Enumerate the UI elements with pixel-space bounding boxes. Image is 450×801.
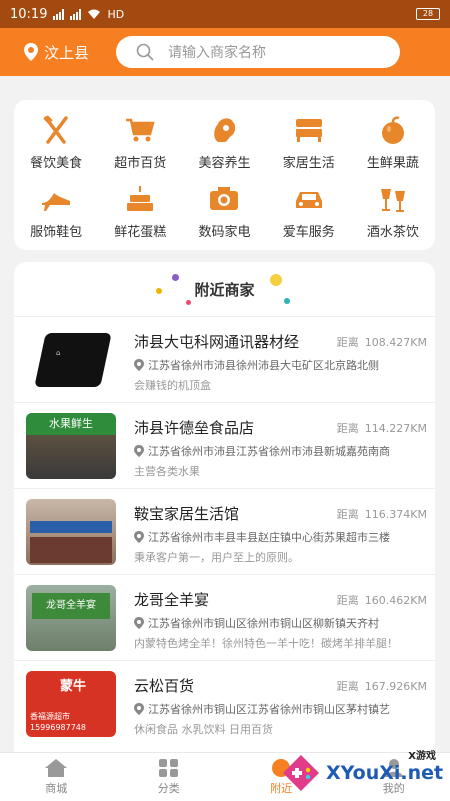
merchant-name: 鞍宝家居生活馆 <box>134 503 239 524</box>
merchant-name: 龙哥全羊宴 <box>134 589 209 610</box>
fork-knife-icon <box>40 114 72 146</box>
merchant-address: 江苏省徐州市铜山区江苏省徐州市铜山区茅村镇艺 <box>134 701 428 717</box>
merchant-thumbnail: 水果鲜生 <box>26 413 116 479</box>
watermark-logo: XYouXi.net X游戏 <box>280 745 450 800</box>
category-home[interactable]: 家居生活 <box>267 108 351 177</box>
category-fresh[interactable]: 生鲜果蔬 <box>351 108 435 177</box>
merchant-distance: 距离116.374KM <box>337 506 427 522</box>
merchant-item[interactable]: 蒙牛 香福源超市 15996987748 云松百货 距离167.926KM 江苏… <box>14 660 435 746</box>
location-pin-icon <box>134 703 144 715</box>
merchant-name: 沛县许德垒食品店 <box>134 417 254 438</box>
category-dining[interactable]: 餐饮美食 <box>14 108 98 177</box>
merchant-distance: 距离160.462KM <box>337 592 427 608</box>
header: 汶上县 请输入商家名称 <box>0 28 450 76</box>
location-name: 汶上县 <box>44 42 89 63</box>
high-heel-icon <box>40 183 72 215</box>
status-bar: 10:19 HD 28 <box>0 0 450 28</box>
merchant-thumbnail: ⌂ <box>26 327 116 393</box>
grid-icon <box>158 758 180 778</box>
merchant-thumbnail <box>26 499 116 565</box>
location-pin-icon <box>134 445 144 457</box>
beauty-icon <box>208 114 240 146</box>
category-digital[interactable]: 数码家电 <box>182 177 266 246</box>
merchant-name: 沛县大屯科网通讯器材经 <box>134 331 299 352</box>
search-placeholder: 请输入商家名称 <box>168 42 266 62</box>
merchant-address: 江苏省徐州市沛县徐州沛县大屯矿区北京路北侧 <box>134 357 428 373</box>
merchant-distance: 距离114.227KM <box>337 420 427 436</box>
merchant-description: 秉承客户第一，用户至上的原则。 <box>134 549 428 565</box>
signal-icon-2 <box>70 9 81 20</box>
category-car[interactable]: 爱车服务 <box>267 177 351 246</box>
merchant-distance: 距离108.427KM <box>337 334 427 350</box>
search-icon <box>136 43 154 61</box>
merchant-description: 会赚钱的机顶盒 <box>134 377 428 393</box>
location-pin-icon <box>134 531 144 543</box>
category-supermarket[interactable]: 超市百货 <box>98 108 182 177</box>
apple-icon <box>377 114 409 146</box>
wifi-icon <box>87 9 101 20</box>
bed-icon <box>293 114 325 146</box>
signal-icon <box>53 9 64 20</box>
section-title: 附近商家 <box>14 262 435 316</box>
gamepad-logo-icon <box>280 752 322 794</box>
location-pin-icon <box>24 43 38 61</box>
search-input[interactable]: 请输入商家名称 <box>116 36 400 68</box>
category-fashion[interactable]: 服饰鞋包 <box>14 177 98 246</box>
status-time: 10:19 <box>10 7 47 22</box>
nearby-merchants: 附近商家 ⌂ 沛县大屯科网通讯器材经 距离108.427KM 江苏省徐州市沛县徐… <box>14 262 435 762</box>
location-pin-icon <box>134 617 144 629</box>
category-drinks[interactable]: 酒水茶饮 <box>351 177 435 246</box>
camera-icon <box>208 183 240 215</box>
location-pin-icon <box>134 359 144 371</box>
merchant-description: 主营各类水果 <box>134 463 428 479</box>
tab-mall[interactable]: 商城 <box>0 753 113 801</box>
category-grid: 餐饮美食 超市百货 美容养生 家居生活 生鲜果蔬 <box>14 100 435 250</box>
merchant-item[interactable]: 水果鲜生 沛县许德垒食品店 距离114.227KM 江苏省徐州市沛县江苏省徐州市… <box>14 402 435 488</box>
merchant-item[interactable]: ⌂ 沛县大屯科网通讯器材经 距离108.427KM 江苏省徐州市沛县徐州沛县大屯… <box>14 316 435 402</box>
tab-category[interactable]: 分类 <box>113 753 226 801</box>
merchant-description: 内蒙特色烤全羊！徐州特色一羊十吃！碳烤羊排羊腿！ <box>134 635 428 651</box>
merchant-thumbnail: 蒙牛 香福源超市 15996987748 <box>26 671 116 737</box>
home-icon <box>44 758 68 778</box>
merchant-description: 休闲食品 水乳饮料 日用百货 <box>134 721 428 737</box>
merchant-address: 江苏省徐州市铜山区徐州市铜山区柳新镇天齐村 <box>134 615 428 631</box>
cake-icon <box>124 183 156 215</box>
merchant-distance: 距离167.926KM <box>337 678 427 694</box>
shopping-cart-icon <box>124 114 156 146</box>
merchant-item[interactable]: 鞍宝家居生活馆 距离116.374KM 江苏省徐州市丰县丰县赵庄镇中心街苏果超市… <box>14 488 435 574</box>
location-selector[interactable]: 汶上县 <box>24 42 116 63</box>
network-type: HD <box>107 8 124 21</box>
cheers-icon <box>377 183 409 215</box>
merchant-address: 江苏省徐州市沛县江苏省徐州市沛县新城嘉苑南商 <box>134 443 428 459</box>
merchant-item[interactable]: 龙哥全羊宴 龙哥全羊宴 距离160.462KM 江苏省徐州市铜山区徐州市铜山区柳… <box>14 574 435 660</box>
merchant-name: 云松百货 <box>134 675 194 696</box>
battery-icon: 28 <box>416 8 440 20</box>
category-flower-cake[interactable]: 鲜花蛋糕 <box>98 177 182 246</box>
car-icon <box>293 183 325 215</box>
merchant-thumbnail: 龙哥全羊宴 <box>26 585 116 651</box>
merchant-address: 江苏省徐州市丰县丰县赵庄镇中心街苏果超市三楼 <box>134 529 428 545</box>
watermark-text: XYouXi.net <box>326 762 443 784</box>
watermark-small: X游戏 <box>408 747 436 762</box>
nearby-title: 附近商家 <box>194 279 254 300</box>
category-beauty[interactable]: 美容养生 <box>182 108 266 177</box>
